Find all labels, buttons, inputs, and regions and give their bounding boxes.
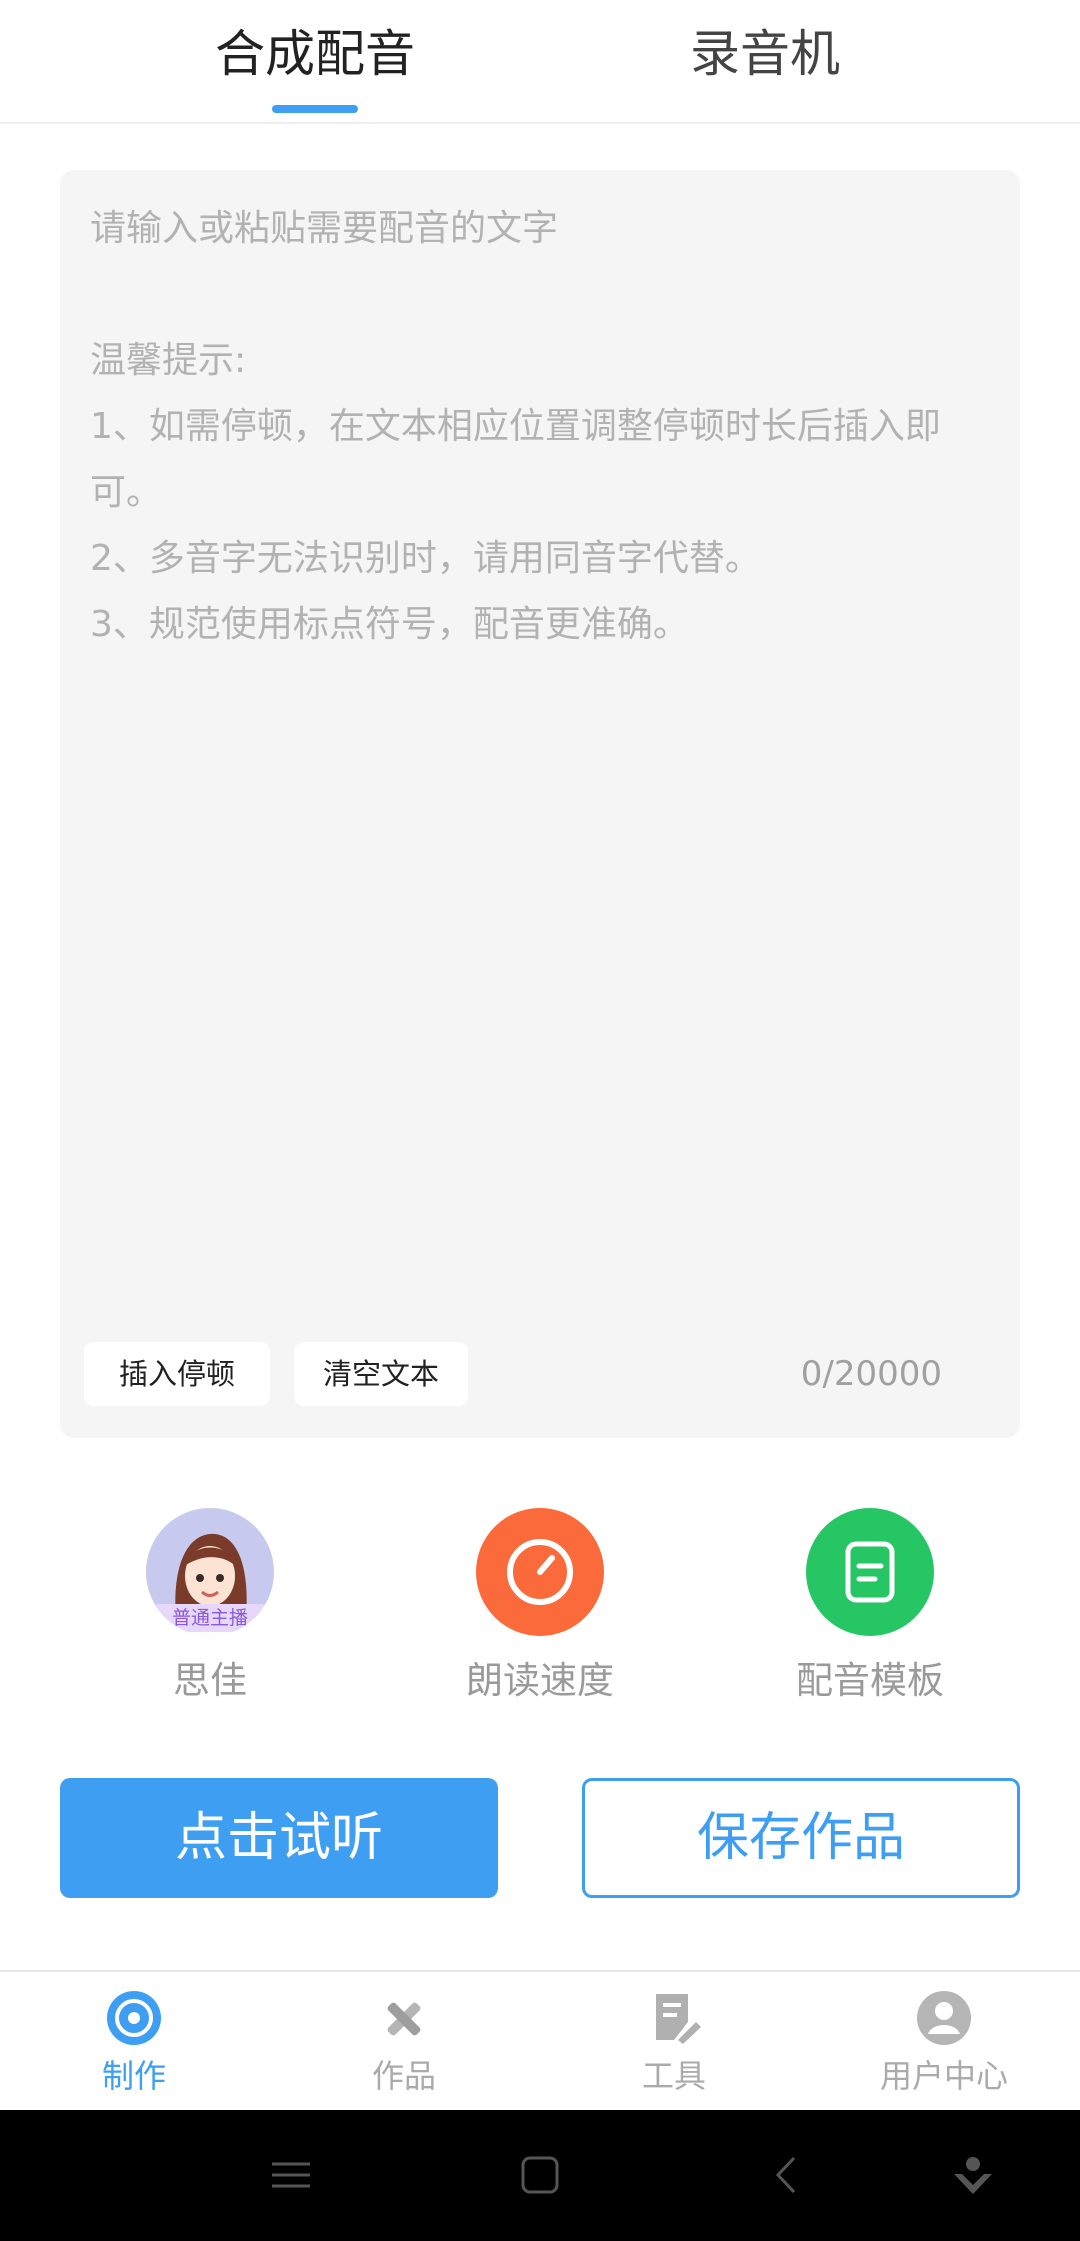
text-input-area[interactable]: 请输入或粘贴需要配音的文字 温馨提示: 1、如需停顿，在文本相应位置调整停顿时长… xyxy=(60,170,1020,1438)
text-input-placeholder: 请输入或粘贴需要配音的文字 温馨提示: 1、如需停顿，在文本相应位置调整停顿时长… xyxy=(90,208,941,645)
bottom-navigation: 制作 作品 工具 用户中心 xyxy=(0,1970,1080,2110)
character-counter: 0/20000 xyxy=(800,1354,942,1394)
system-navigation-bar xyxy=(0,2110,1080,2241)
menu-icon[interactable] xyxy=(266,2150,316,2200)
reading-speed-button[interactable]: 朗读速度 xyxy=(400,1508,680,1706)
assistant-icon[interactable] xyxy=(948,2150,998,2200)
clear-text-button[interactable]: 清空文本 xyxy=(294,1342,468,1406)
save-work-button[interactable]: 保存作品 xyxy=(582,1778,1020,1898)
nav-user-center[interactable]: 用户中心 xyxy=(844,1988,1044,2098)
nav-make-label: 制作 xyxy=(101,2057,166,2095)
nav-tools[interactable]: 工具 xyxy=(574,1988,774,2098)
dubbing-template-label: 配音模板 xyxy=(796,1659,944,1702)
nav-works-label: 作品 xyxy=(371,2057,436,2095)
document-icon xyxy=(806,1508,934,1636)
document-edit-icon xyxy=(656,1994,701,2044)
back-icon[interactable] xyxy=(762,2150,812,2200)
active-tab-indicator xyxy=(272,105,358,113)
dubbing-template-button[interactable]: 配音模板 xyxy=(730,1508,1010,1706)
home-icon[interactable] xyxy=(515,2150,565,2200)
voice-selector[interactable]: 普通主播 思佳 xyxy=(70,1508,350,1706)
voice-name: 思佳 xyxy=(173,1659,247,1702)
disc-icon xyxy=(107,1991,161,2045)
top-tab-bar: 合成配音 录音机 xyxy=(0,0,1080,124)
preview-listen-button[interactable]: 点击试听 xyxy=(60,1778,498,1898)
tab-synthesize-dubbing[interactable]: 合成配音 xyxy=(190,12,440,96)
speedometer-icon xyxy=(476,1508,604,1636)
nav-works[interactable]: 作品 xyxy=(304,1988,504,2098)
edit-tools-icon xyxy=(387,2002,421,2036)
voice-avatar: 普通主播 xyxy=(146,1508,274,1636)
voice-badge: 普通主播 xyxy=(152,1604,268,1632)
nav-tools-label: 工具 xyxy=(641,2057,706,2095)
nav-make[interactable]: 制作 xyxy=(34,1988,234,2098)
tab-recorder[interactable]: 录音机 xyxy=(640,12,890,96)
nav-user-center-label: 用户中心 xyxy=(879,2057,1008,2095)
insert-pause-button[interactable]: 插入停顿 xyxy=(84,1342,270,1406)
reading-speed-label: 朗读速度 xyxy=(466,1659,614,1702)
user-icon xyxy=(917,1991,971,2045)
